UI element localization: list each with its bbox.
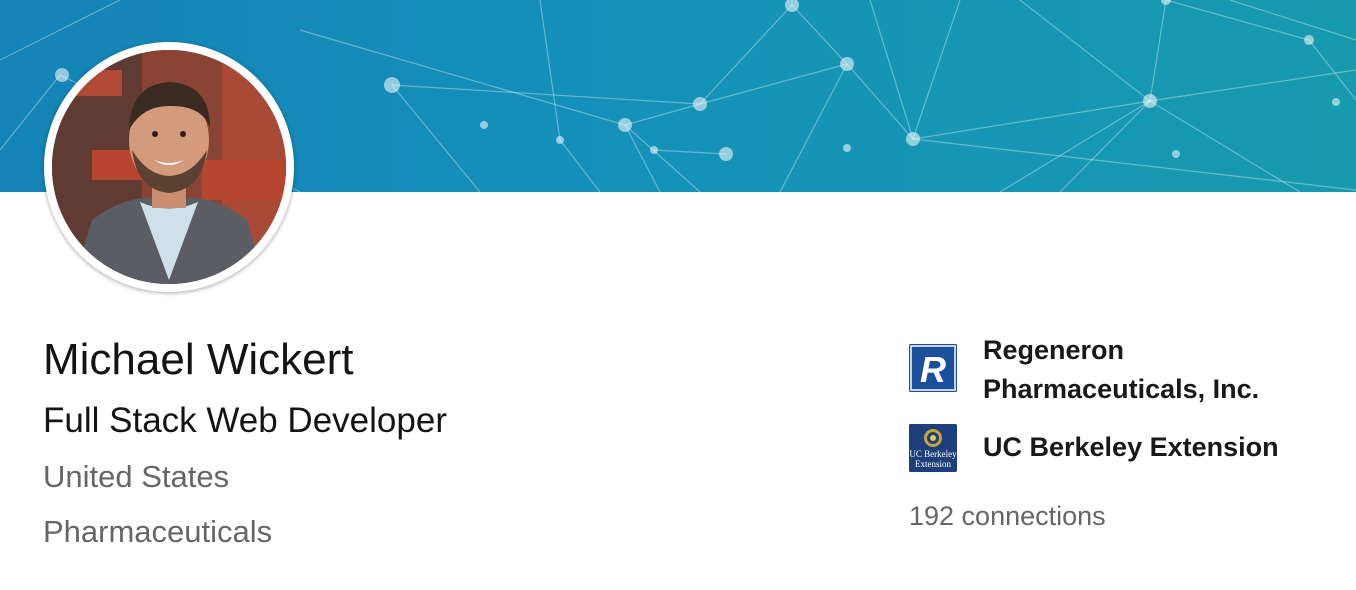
profile-name: Michael Wickert xyxy=(43,335,354,384)
uc-berkeley-extension-logo-icon: UC Berkeley Extension xyxy=(909,424,957,472)
profile-headline: Full Stack Web Developer xyxy=(43,401,447,440)
current-company-link[interactable]: R Regeneron Pharmaceuticals, Inc. xyxy=(909,331,1313,409)
avatar xyxy=(52,50,286,284)
regeneron-logo-icon: R xyxy=(909,344,957,392)
profile-photo[interactable] xyxy=(44,42,294,292)
svg-text:R: R xyxy=(920,349,946,390)
company-name: Regeneron Pharmaceuticals, Inc. xyxy=(983,335,1260,404)
svg-text:UC Berkeley: UC Berkeley xyxy=(909,449,957,459)
profile-industry: Pharmaceuticals xyxy=(43,514,273,549)
profile-location: United States xyxy=(43,459,230,494)
education-link[interactable]: UC Berkeley Extension UC Berkeley Extens… xyxy=(909,424,1313,472)
school-name: UC Berkeley Extension xyxy=(983,432,1279,462)
svg-text:Extension: Extension xyxy=(915,459,951,469)
connections-count: 192 connections xyxy=(909,501,1106,531)
